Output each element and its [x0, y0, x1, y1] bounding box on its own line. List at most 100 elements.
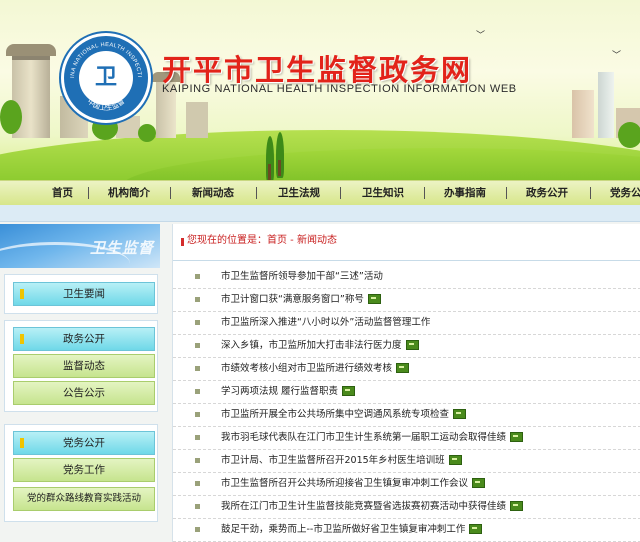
nav-knowledge[interactable]: 卫生知识 — [362, 181, 404, 205]
news-title-link[interactable]: 我市羽毛球代表队在江门市卫生计生系统第一届职工运动会取得佳绩 — [221, 426, 524, 449]
new-badge-icon — [469, 523, 483, 534]
news-title-link[interactable]: 鼓足干劲，乘势而上--市卫监所做好省卫生镇复审冲刺工作 — [221, 518, 483, 541]
news-list-item[interactable]: 市卫生监督所召开公共场所迎接省卫生镇复审冲刺工作会议 — [173, 472, 640, 496]
news-title-link[interactable]: 市卫监所开展全市公共场所集中空调通风系统专项检查 — [221, 403, 467, 426]
new-badge-icon — [472, 477, 486, 488]
nav-separator — [590, 187, 591, 199]
news-title-link[interactable]: 市卫生监督所领导参加干部“三述”活动 — [221, 265, 383, 288]
sidebar-group-party: 党务公开 党务工作 党的群众路线教育实践活动 — [4, 424, 158, 522]
news-title-link[interactable]: 市卫计窗口获“满意服务窗口”称号 — [221, 288, 381, 311]
news-title-link[interactable]: 市卫生监督所召开公共场所迎接省卫生镇复审冲刺工作会议 — [221, 472, 486, 495]
bullet-icon — [20, 438, 24, 448]
health-inspection-logo[interactable]: CHINA NATIONAL HEALTH INSPECTION 中国卫生监督 … — [64, 36, 148, 120]
news-list-item[interactable]: 我市羽毛球代表队在江门市卫生计生系统第一届职工运动会取得佳绩 — [173, 426, 640, 450]
news-title-link[interactable]: 学习两项法规 履行监督职责 — [221, 380, 356, 403]
bird-icon: ﹀ — [612, 51, 622, 61]
bullet-icon — [195, 389, 200, 394]
breadcrumb-home-link[interactable]: 首页 — [267, 235, 287, 246]
nav-separator — [256, 187, 257, 199]
nav-home[interactable]: 首页 — [52, 181, 73, 205]
nav-separator — [88, 187, 89, 199]
news-list-item[interactable]: 深入乡镇，市卫监所加大打击非法行医力度 — [173, 334, 640, 358]
bullet-icon — [195, 343, 200, 348]
bullet-icon — [195, 504, 200, 509]
news-list-item[interactable]: 市卫生监督所领导参加干部“三述”活动 — [173, 265, 640, 289]
sidebar-item-label: 党务工作 — [63, 464, 105, 476]
news-title: 我所在江门市卫生计生监督技能竞赛暨省选拔赛初赛活动中获得佳绩 — [221, 501, 507, 512]
news-list-item[interactable]: 学习两项法规 履行监督职责 — [173, 380, 640, 404]
bullet-icon — [195, 297, 200, 302]
news-title: 市卫生监督所领导参加干部“三述”活动 — [221, 271, 383, 282]
nav-guide[interactable]: 办事指南 — [444, 181, 486, 205]
sidebar-item-label: 党务公开 — [63, 437, 105, 449]
sidebar-item-label: 公告公示 — [63, 387, 105, 399]
tree-icon — [138, 124, 156, 142]
site-banner: ﹀ ﹀ CHINA NATIONAL HEALTH INSPECTION 中国卫… — [0, 0, 640, 180]
bird-icon: ﹀ — [476, 31, 486, 41]
sidebar-group-news: 卫生要闻 — [4, 274, 158, 314]
bullet-icon — [195, 481, 200, 486]
news-title: 市卫监所深入推进“八小时以外”活动监督管理工作 — [221, 317, 431, 328]
bullet-icon — [195, 412, 200, 417]
nav-separator — [170, 187, 171, 199]
new-badge-icon — [510, 431, 524, 442]
sidebar-item-party-affairs[interactable]: 党务公开 — [13, 431, 155, 455]
nav-regulations[interactable]: 卫生法规 — [278, 181, 320, 205]
news-title: 深入乡镇，市卫监所加大打击非法行医力度 — [221, 340, 402, 351]
news-title: 市绩效考核小组对市卫监所进行绩效考核 — [221, 363, 393, 374]
news-title: 学习两项法规 履行监督职责 — [221, 386, 339, 397]
sidebar-group-government: 政务公开 监督动态 公告公示 — [4, 320, 158, 412]
new-badge-icon — [448, 454, 462, 465]
tree-trunk — [278, 160, 281, 176]
nav-party[interactable]: 党务公开 — [610, 181, 640, 205]
news-list-item[interactable]: 鼓足干劲，乘势而上--市卫监所做好省卫生镇复审冲刺工作 — [173, 518, 640, 542]
news-title: 我市羽毛球代表队在江门市卫生计生系统第一届职工运动会取得佳绩 — [221, 432, 507, 443]
bullet-icon — [195, 320, 200, 325]
bullet-icon — [20, 334, 24, 344]
nav-news[interactable]: 新闻动态 — [192, 181, 234, 205]
nav-separator — [506, 187, 507, 199]
sidebar-item-party-work[interactable]: 党务工作 — [13, 458, 155, 482]
bullet-icon — [20, 289, 24, 299]
news-list-item[interactable]: 市卫计窗口获“满意服务窗口”称号 — [173, 288, 640, 312]
news-title-link[interactable]: 深入乡镇，市卫监所加大打击非法行医力度 — [221, 334, 419, 357]
sidebar-item-government-affairs[interactable]: 政务公开 — [13, 327, 155, 351]
new-badge-icon — [367, 293, 381, 304]
news-title-link[interactable]: 市卫监所深入推进“八小时以外”活动监督管理工作 — [221, 311, 430, 334]
nav-separator — [340, 187, 341, 199]
news-list-item[interactable]: 市卫监所开展全市公共场所集中空调通风系统专项检查 — [173, 403, 640, 427]
breadcrumb-marker-icon — [181, 238, 184, 246]
news-title: 市卫生监督所召开公共场所迎接省卫生镇复审冲刺工作会议 — [221, 478, 469, 489]
sidebar-item-announcements[interactable]: 公告公示 — [13, 381, 155, 405]
bullet-icon — [195, 366, 200, 371]
news-title: 市卫监所开展全市公共场所集中空调通风系统专项检查 — [221, 409, 450, 420]
news-list-item[interactable]: 市卫计局、市卫生监督所召开2015年乡村医生培训班 — [173, 449, 640, 473]
house-illustration — [186, 102, 208, 138]
bullet-icon — [195, 435, 200, 440]
tree-icon — [0, 100, 22, 134]
news-list-item[interactable]: 市卫监所深入推进“八小时以外”活动监督管理工作 — [173, 311, 640, 335]
nav-government[interactable]: 政务公开 — [526, 181, 568, 205]
site-subtitle: KAIPING NATIONAL HEALTH INSPECTION INFOR… — [162, 83, 517, 95]
sidebar-item-mass-line-campaign[interactable]: 党的群众路线教育实践活动 — [13, 487, 155, 511]
logo-glyph: 卫 — [94, 65, 117, 90]
news-list-item[interactable]: 市绩效考核小组对市卫监所进行绩效考核 — [173, 357, 640, 381]
news-title-link[interactable]: 市卫计局、市卫生监督所召开2015年乡村医生培训班 — [221, 449, 462, 472]
news-title-link[interactable]: 市绩效考核小组对市卫监所进行绩效考核 — [221, 357, 410, 380]
sidebar-item-label: 党的群众路线教育实践活动 — [26, 493, 141, 504]
news-title-link[interactable]: 我所在江门市卫生计生监督技能竞赛暨省选拔赛初赛活动中获得佳绩 — [221, 495, 524, 518]
skyscraper-illustration — [572, 90, 594, 138]
nav-underline-strip — [0, 205, 640, 222]
sidebar-item-supervision-news[interactable]: 监督动态 — [13, 354, 155, 378]
nav-separator — [424, 187, 425, 199]
new-badge-icon — [453, 408, 467, 419]
sidebar-item-health-news[interactable]: 卫生要闻 — [13, 282, 155, 306]
nav-about[interactable]: 机构简介 — [108, 181, 150, 205]
breadcrumb-text: 您现在的位置是：首页 - 新闻动态 — [187, 224, 337, 258]
news-list-item[interactable]: 我所在江门市卫生计生监督技能竞赛暨省选拔赛初赛活动中获得佳绩 — [173, 495, 640, 519]
tree-icon — [618, 122, 640, 148]
breadcrumb-current[interactable]: 新闻动态 — [297, 235, 337, 246]
news-title: 鼓足干劲，乘势而上--市卫监所做好省卫生镇复审冲刺工作 — [221, 524, 466, 535]
bullet-icon — [195, 458, 200, 463]
sidebar-header-label: 卫生监督 — [89, 239, 154, 257]
